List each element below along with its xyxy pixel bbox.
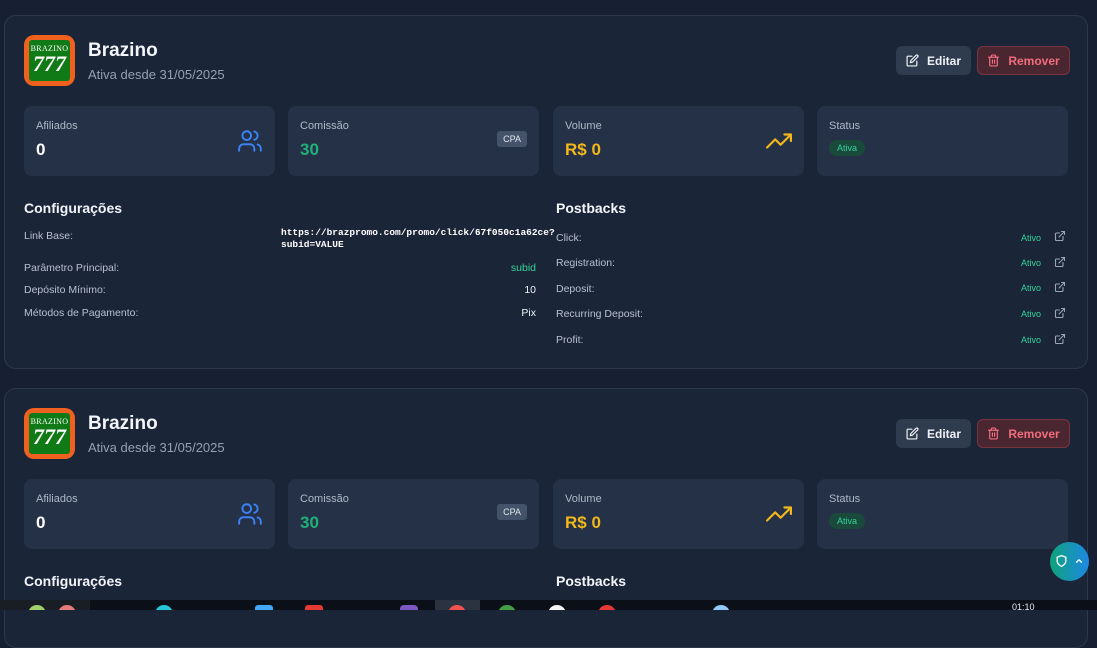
cpa-tag: CPA: [497, 131, 527, 147]
users-icon: [238, 503, 262, 525]
edit-icon: [906, 54, 919, 67]
logo-text-num: 777: [33, 51, 66, 76]
deposit-label: Depósito Mínimo:: [24, 284, 106, 296]
affiliates-value: 0: [36, 140, 46, 159]
volume-value: R$ 0: [565, 140, 601, 159]
external-link-icon[interactable]: [1054, 281, 1066, 293]
volume-stat: Volume R$ 0: [553, 106, 804, 176]
postback-status: Ativo: [1020, 258, 1041, 268]
remove-button[interactable]: Remover: [977, 419, 1070, 448]
taskbar-start-area[interactable]: [0, 600, 90, 610]
status-stat: Status Ativa: [817, 479, 1068, 549]
link-base-line1: https://brazpromo.com/promo/click/67f050…: [281, 227, 555, 238]
postback-label: Deposit:: [556, 283, 595, 295]
taskbar: [0, 600, 1097, 610]
remove-button-label: Remover: [1008, 426, 1060, 441]
taskbar-app-icon[interactable]: [548, 605, 566, 610]
config-title: Configurações: [24, 573, 123, 589]
status-label: Status: [829, 120, 861, 132]
taskbar-app-icon[interactable]: [305, 605, 323, 610]
taskbar-clock[interactable]: 01:10: [1012, 602, 1035, 612]
floating-action-button[interactable]: [1050, 542, 1089, 581]
trash-icon: [988, 427, 1000, 440]
external-link-icon[interactable]: [1054, 333, 1066, 345]
postback-status: Ativo: [1020, 309, 1041, 319]
trending-up-icon: [766, 506, 792, 522]
status-stat: Status Ativa: [817, 106, 1068, 176]
casino-card: BRAZINO 777 Brazino Ativa desde 31/05/20…: [4, 15, 1088, 369]
casino-subtitle: Ativa desde 31/05/2025: [88, 67, 225, 82]
affiliates-label: Afiliados: [36, 493, 78, 505]
taskbar-app-icon[interactable]: [598, 605, 616, 610]
postback-label: Recurring Deposit:: [556, 308, 643, 320]
postbacks-title: Postbacks: [556, 573, 627, 589]
casino-title: Brazino: [88, 40, 158, 61]
commission-value: 30: [300, 513, 319, 532]
affiliates-stat: Afiliados 0: [24, 479, 275, 549]
affiliates-label: Afiliados: [36, 120, 78, 132]
methods-value: Pix: [521, 307, 536, 319]
volume-label: Volume: [565, 493, 602, 505]
remove-button-label: Remover: [1008, 53, 1060, 68]
methods-label: Métodos de Pagamento:: [24, 307, 139, 319]
casino-title: Brazino: [88, 413, 158, 434]
status-badge: Ativa: [829, 513, 866, 529]
postback-status: Ativo: [1020, 335, 1041, 345]
external-link-icon[interactable]: [1054, 230, 1066, 242]
volume-stat: Volume R$ 0: [553, 479, 804, 549]
deposit-value: 10: [524, 284, 536, 296]
commission-stat: Comissão 30 CPA: [288, 106, 539, 176]
shield-icon: [1056, 554, 1067, 568]
postback-label: Profit:: [556, 334, 584, 346]
volume-label: Volume: [565, 120, 602, 132]
volume-value: R$ 0: [565, 513, 601, 532]
brazino-logo: BRAZINO 777: [24, 35, 75, 86]
edit-button-label: Editar: [926, 426, 961, 441]
commission-label: Comissão: [300, 120, 349, 132]
taskbar-app-icon[interactable]: [498, 605, 516, 610]
status-badge: Ativa: [829, 140, 866, 156]
users-icon: [238, 130, 262, 152]
external-link-icon[interactable]: [1054, 256, 1066, 268]
postback-status: Ativo: [1020, 233, 1041, 243]
trending-up-icon: [766, 133, 792, 149]
link-base-line2: subid=VALUE: [281, 239, 344, 250]
commission-stat: Comissão 30 CPA: [288, 479, 539, 549]
edit-button[interactable]: Editar: [896, 46, 971, 75]
link-base-value[interactable]: https://brazpromo.com/promo/click/67f050…: [281, 227, 555, 251]
edit-button[interactable]: Editar: [896, 419, 971, 448]
casino-subtitle: Ativa desde 31/05/2025: [88, 440, 225, 455]
brazino-logo: BRAZINO 777: [24, 408, 75, 459]
postback-label: Click:: [556, 232, 582, 244]
chevron-up-icon: [1075, 559, 1083, 563]
config-title: Configurações: [24, 200, 123, 216]
remove-button[interactable]: Remover: [977, 46, 1070, 75]
postback-status: Ativo: [1020, 283, 1041, 293]
affiliates-stat: Afiliados 0: [24, 106, 275, 176]
commission-label: Comissão: [300, 493, 349, 505]
taskbar-app-icon[interactable]: [400, 605, 418, 610]
logo-text-num: 777: [33, 424, 66, 449]
taskbar-app-icon[interactable]: [255, 605, 273, 610]
postbacks-title: Postbacks: [556, 200, 627, 216]
link-base-label: Link Base:: [24, 230, 74, 242]
cpa-tag: CPA: [497, 504, 527, 520]
postback-label: Registration:: [556, 257, 615, 269]
param-label: Parâmetro Principal:: [24, 262, 120, 274]
trash-icon: [988, 54, 1000, 67]
external-link-icon[interactable]: [1054, 307, 1066, 319]
commission-value: 30: [300, 140, 319, 159]
affiliates-value: 0: [36, 513, 46, 532]
param-value: subid: [510, 262, 536, 274]
edit-icon: [906, 427, 919, 440]
edit-button-label: Editar: [926, 53, 961, 68]
taskbar-app-icon[interactable]: [712, 605, 730, 610]
taskbar-app-icon[interactable]: [155, 605, 173, 610]
status-label: Status: [829, 493, 861, 505]
